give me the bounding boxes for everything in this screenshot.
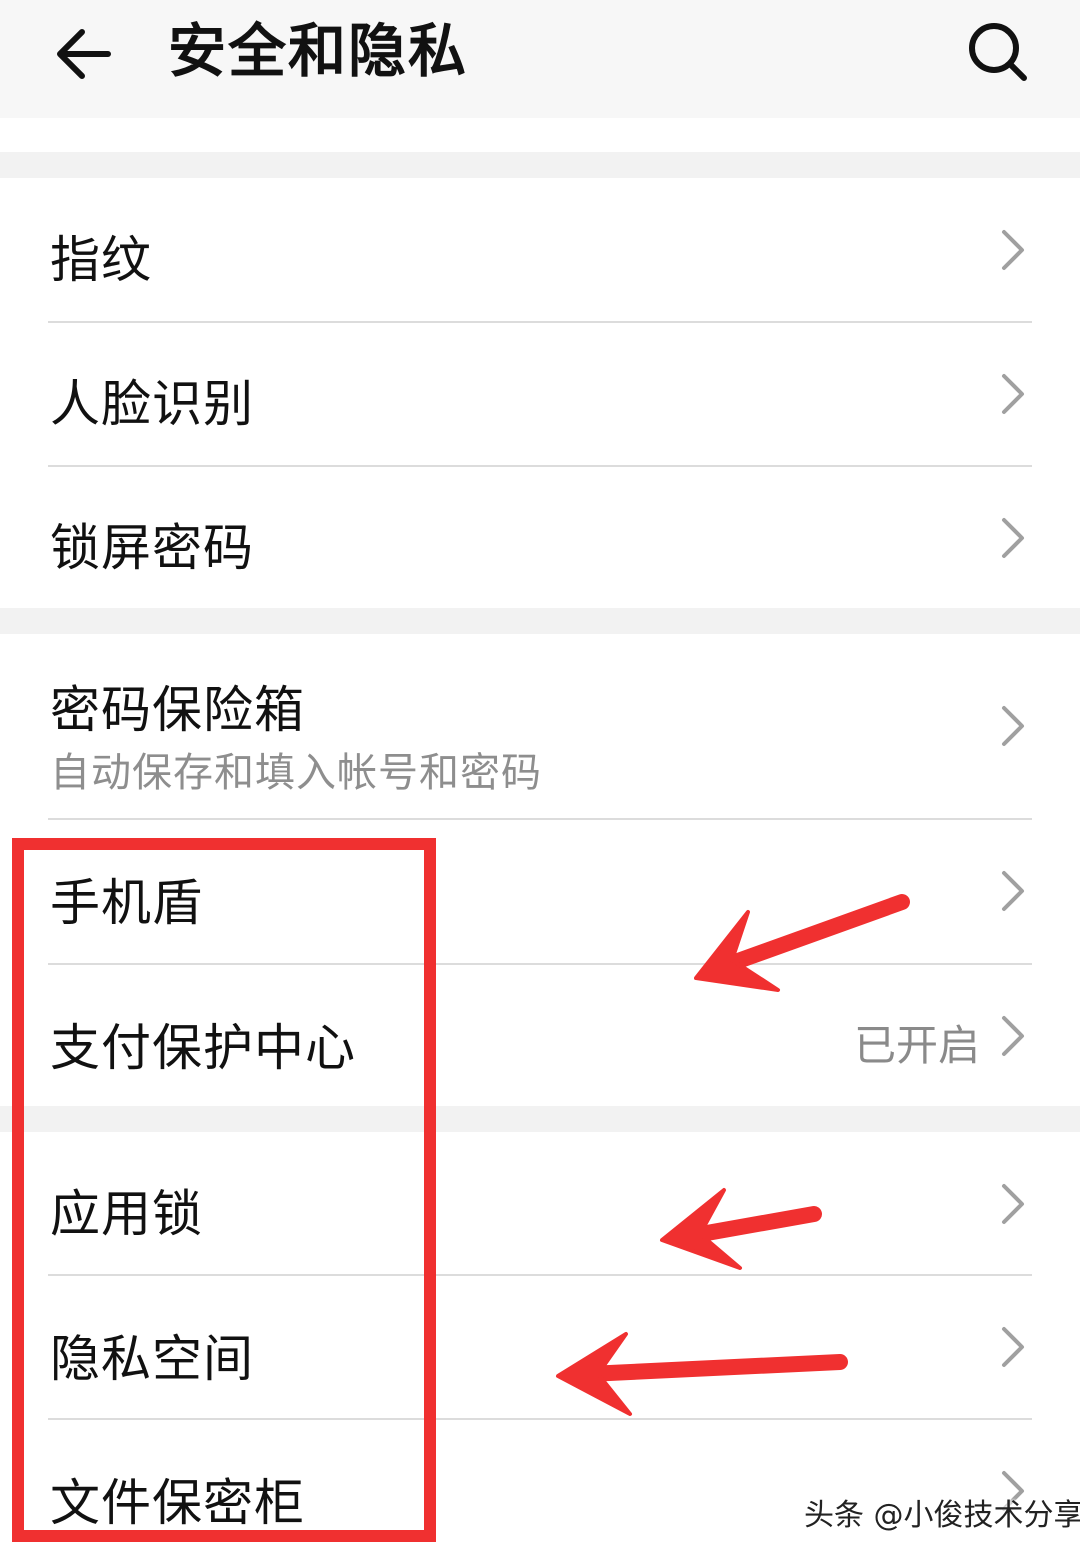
page-title: 安全和隐私 (168, 17, 469, 85)
setting-row-face-recognition[interactable]: 人脸识别 (0, 322, 1080, 465)
chevron-right-icon (1002, 518, 1024, 558)
setting-label: 文件保密柜 (50, 1474, 305, 1532)
header-spacer (0, 118, 1080, 152)
chevron-right-icon (1002, 230, 1024, 270)
setting-row-phone-shield[interactable]: 手机盾 (0, 819, 1080, 963)
chevron-right-icon (1002, 1327, 1024, 1367)
chevron-right-icon (1002, 374, 1024, 414)
watermark: 头条 @小俊技术分享 (804, 1498, 1080, 1533)
setting-row-app-lock[interactable]: 应用锁 (0, 1132, 1080, 1275)
chevron-right-icon (1002, 1016, 1024, 1056)
setting-row-private-space[interactable]: 隐私空间 (0, 1275, 1080, 1419)
setting-label: 锁屏密码 (50, 519, 254, 577)
settings-group-security: 密码保险箱 自动保存和填入帐号和密码 手机盾 支付保护中心 已开启 (0, 634, 1080, 1106)
setting-row-payment-protection[interactable]: 支付保护中心 已开启 (0, 964, 1080, 1106)
setting-row-fingerprint[interactable]: 指纹 (0, 178, 1080, 322)
setting-label: 指纹 (50, 231, 152, 289)
setting-label: 人脸识别 (50, 375, 254, 433)
setting-label: 隐私空间 (50, 1330, 254, 1388)
search-button[interactable] (958, 14, 1038, 94)
setting-label: 应用锁 (50, 1185, 203, 1243)
chevron-right-icon (1002, 706, 1024, 746)
setting-label: 手机盾 (50, 874, 203, 932)
back-button[interactable] (48, 18, 120, 90)
status-value: 已开启 (853, 1021, 980, 1070)
app-header: 安全和隐私 (0, 0, 1080, 118)
search-icon (969, 23, 1027, 81)
settings-group-privacy: 应用锁 隐私空间 文件保密柜 (0, 1132, 1080, 1549)
chevron-right-icon (1002, 871, 1024, 911)
setting-sublabel: 自动保存和填入帐号和密码 (50, 750, 542, 796)
chevron-right-icon (1002, 1184, 1024, 1224)
setting-row-lock-screen-password[interactable]: 锁屏密码 (0, 466, 1080, 608)
setting-label: 支付保护中心 (50, 1019, 356, 1077)
setting-row-password-vault[interactable]: 密码保险箱 自动保存和填入帐号和密码 (0, 634, 1080, 818)
settings-group-biometrics: 指纹 人脸识别 锁屏密码 (0, 178, 1080, 608)
setting-label: 密码保险箱 (50, 681, 305, 739)
arrow-left-icon (57, 29, 111, 79)
